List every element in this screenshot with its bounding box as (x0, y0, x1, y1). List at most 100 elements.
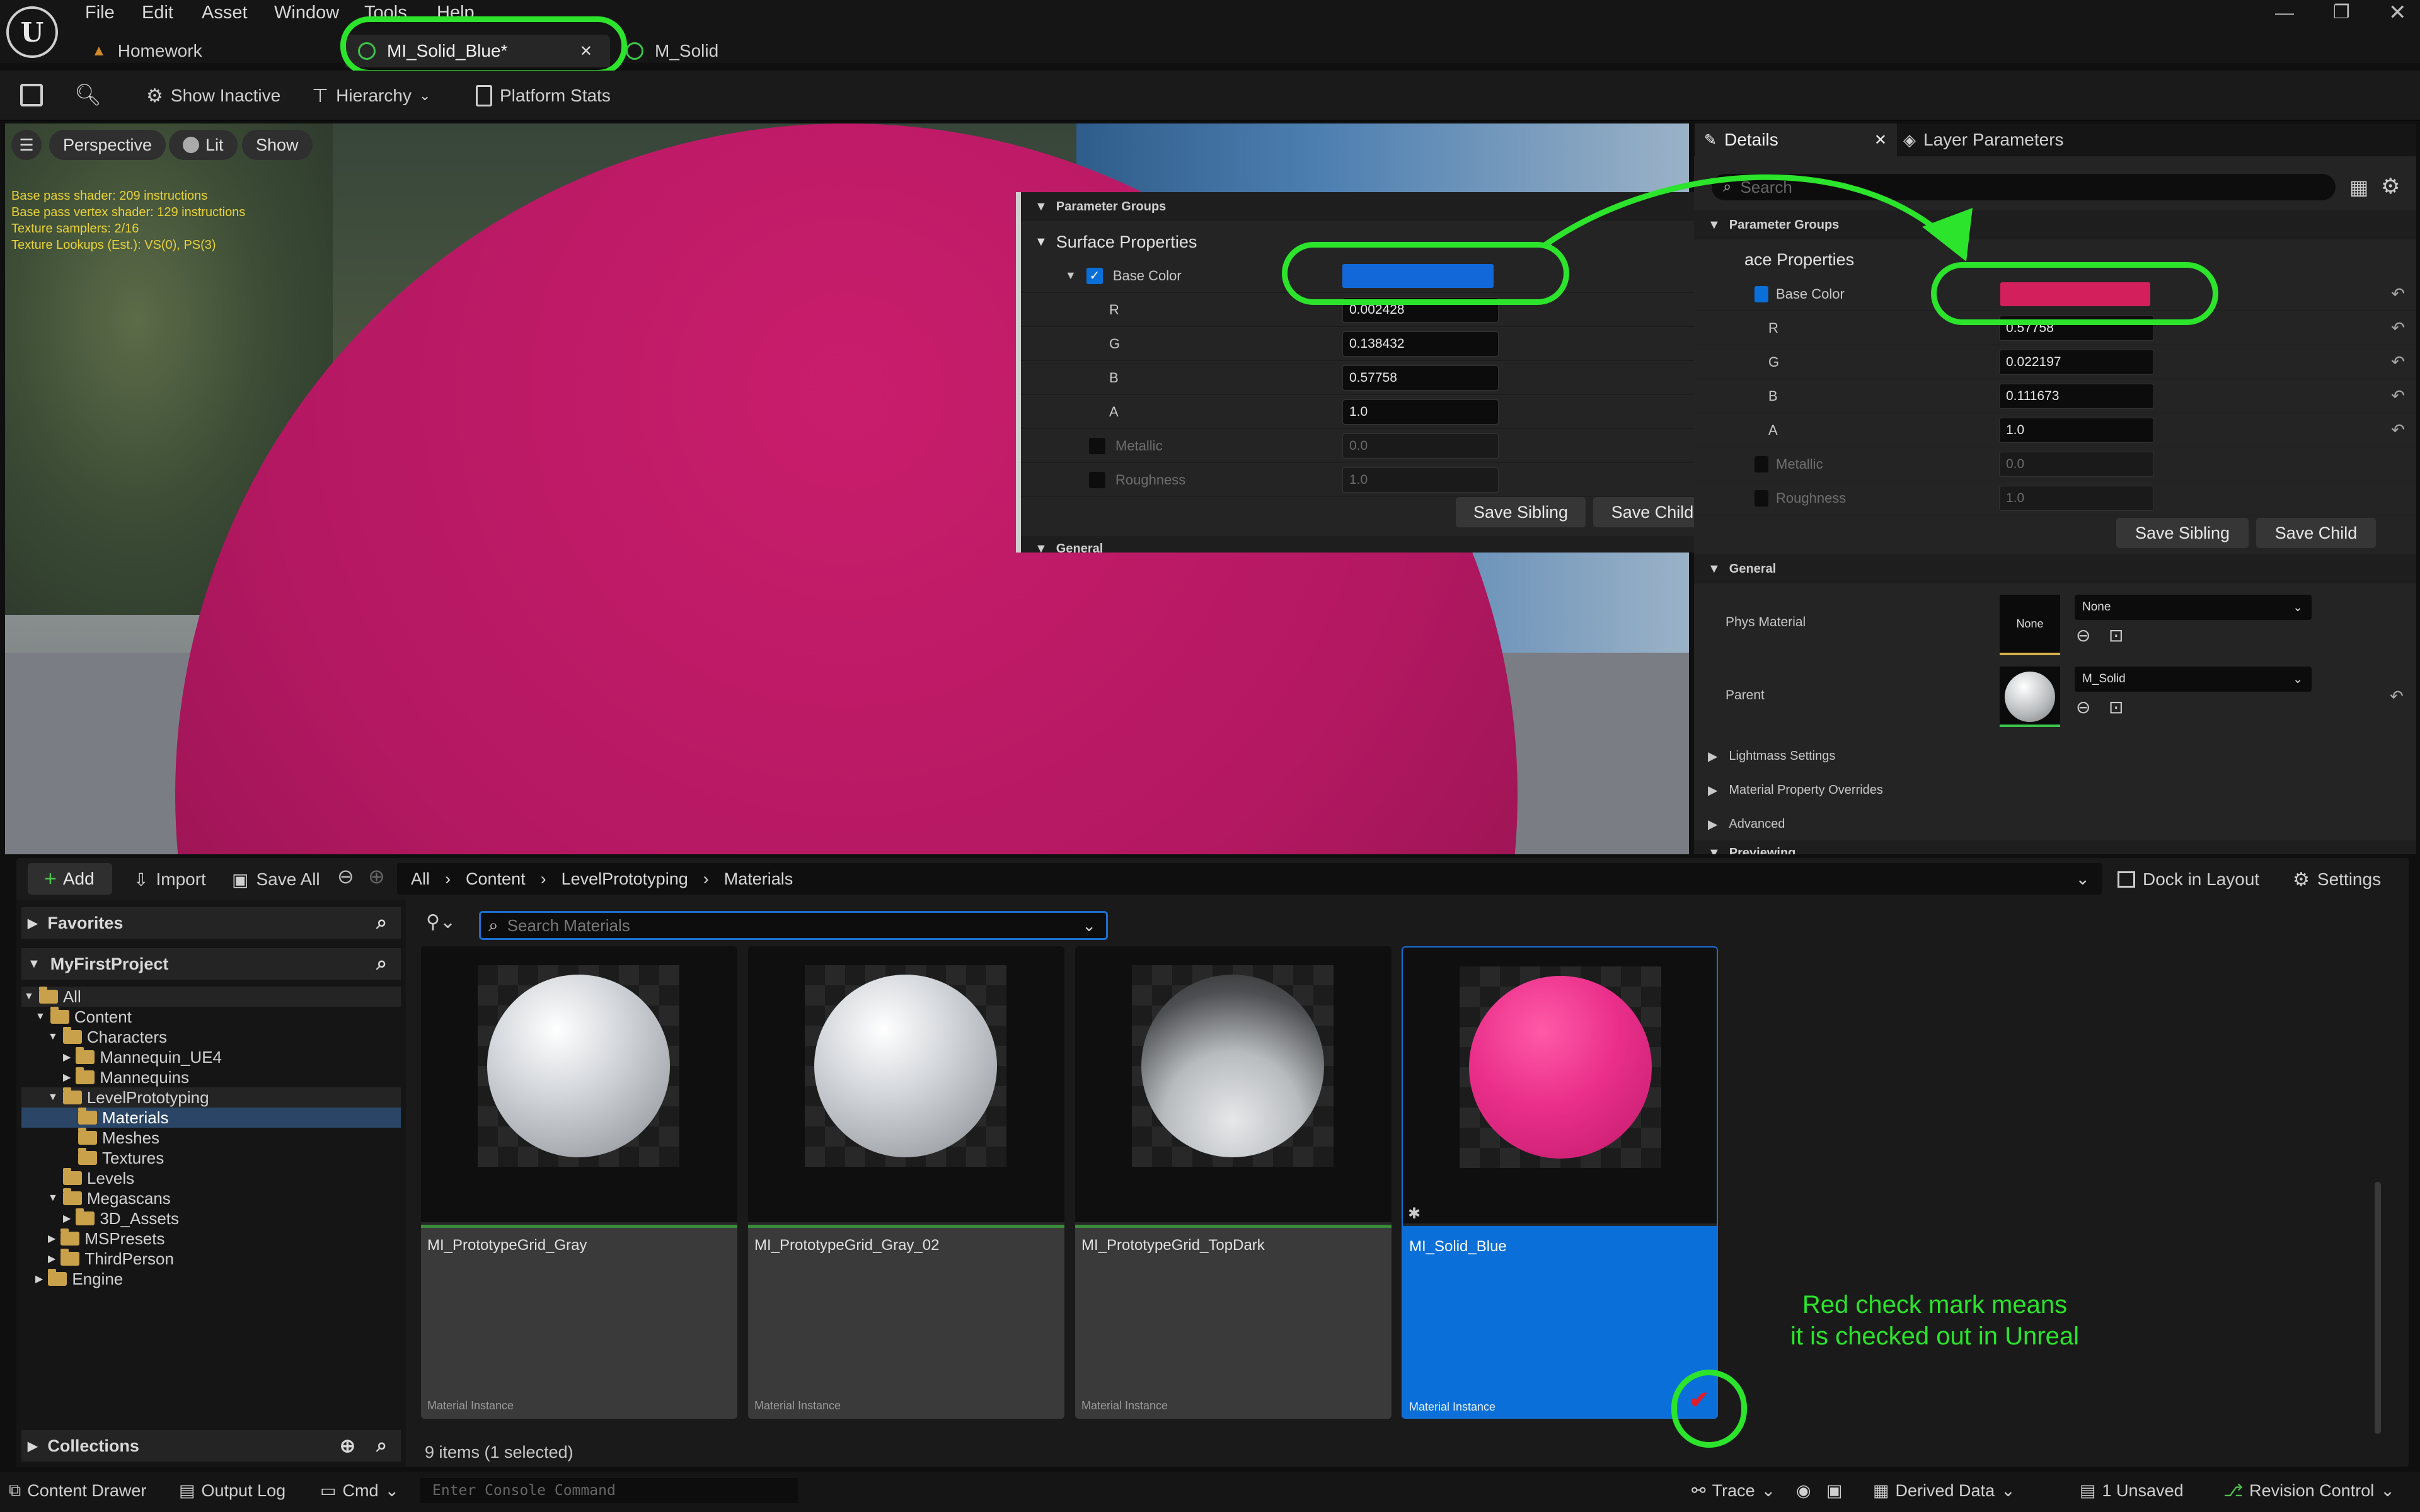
tab-homework[interactable]: ▲ Homework (91, 35, 202, 67)
settings-button[interactable]: ⚙ Settings (2293, 864, 2381, 895)
material-property-overrides-section[interactable]: ▶ Material Property Overrides (1708, 774, 1883, 806)
save-child-button[interactable]: Save Child (2256, 518, 2376, 548)
tab-m-solid[interactable]: M_Solid (626, 35, 718, 67)
lightmass-settings-section[interactable]: ▶ Lightmass Settings (1708, 740, 1835, 772)
search-icon[interactable]: ⌕ (376, 1435, 387, 1457)
phys-material-thumbnail[interactable]: None (2000, 595, 2060, 655)
add-collection-icon[interactable]: ⊕ (340, 1435, 355, 1457)
browse-asset-icon[interactable]: ⊡ (2109, 625, 2123, 646)
use-selected-icon[interactable]: ⊖ (2076, 625, 2090, 646)
roughness-field[interactable]: 1.0 (1342, 467, 1499, 493)
asset-tile-selected[interactable]: ✱ MI_Solid_Blue Material Instance ✔ (1402, 946, 1718, 1419)
save-all-button[interactable]: ▣ Save All (232, 864, 320, 895)
roughness-field[interactable]: 1.0 (1999, 485, 2154, 511)
tree-item-meshes[interactable]: Meshes (21, 1128, 401, 1148)
chevron-down-icon[interactable]: ⌄ (2075, 869, 2090, 889)
tree-item-characters[interactable]: ▼ Characters (21, 1027, 401, 1047)
metallic-checkbox[interactable] (1089, 437, 1105, 454)
reset-icon[interactable]: ↶ (2391, 318, 2405, 338)
tree-item-all[interactable]: ▼ All (21, 987, 401, 1007)
trace-button[interactable]: ⚯ Trace ⌄ (1691, 1477, 1775, 1504)
browse-asset-icon[interactable]: ⊡ (2109, 697, 2123, 718)
base-color-checkbox[interactable] (1754, 285, 1768, 302)
tree-item-textures[interactable]: Textures (21, 1148, 401, 1168)
reset-icon[interactable]: ↶ (2391, 352, 2405, 372)
tree-item-content[interactable]: ▼ Content (21, 1007, 401, 1027)
breadcrumb-all[interactable]: All (411, 869, 430, 889)
reset-icon[interactable]: ↶ (2390, 687, 2404, 706)
back-icon[interactable]: ⊖ (337, 864, 354, 888)
close-window-icon[interactable]: ✕ (2388, 0, 2407, 25)
project-header[interactable]: ▼ MyFirstProject ⌕ (21, 948, 401, 980)
tree-item-engine[interactable]: ▶ Engine (21, 1269, 401, 1289)
output-log-button[interactable]: ▤ Output Log (179, 1477, 285, 1504)
dock-in-layout-button[interactable]: Dock in Layout (2118, 864, 2259, 895)
breadcrumb-levelprototyping[interactable]: LevelPrototyping (562, 869, 688, 889)
tree-item-thirdperson[interactable]: ▶ ThirdPerson (21, 1249, 401, 1269)
hierarchy-button[interactable]: ⊤ Hierarchy ⌄ (312, 81, 430, 111)
channel-b-field[interactable]: 0.57758 (1342, 365, 1499, 391)
show-button[interactable]: Show (242, 130, 313, 160)
import-button[interactable]: ⇩ Import (134, 864, 206, 895)
save-icon[interactable] (20, 84, 43, 106)
breadcrumb-content[interactable]: Content (466, 869, 526, 889)
restore-icon[interactable]: ❐ (2333, 1, 2350, 23)
menu-asset[interactable]: Asset (202, 3, 248, 23)
perspective-button[interactable]: Perspective (49, 130, 166, 160)
show-inactive-button[interactable]: ⚙ Show Inactive (146, 81, 280, 111)
breadcrumb-materials[interactable]: Materials (724, 869, 793, 889)
tree-item-levelprototyping[interactable]: ▼ LevelPrototyping (21, 1087, 401, 1108)
collapse-arrow-icon[interactable]: ▼ (1065, 269, 1076, 282)
overlay-general-header[interactable]: ▼ General (1021, 536, 1752, 553)
channel-a-field[interactable]: 1.0 (1999, 417, 2154, 443)
filter-icon[interactable]: ⚲⌄ (426, 911, 456, 933)
search-materials-input[interactable]: ⌕ Search Materials ⌄ (479, 911, 1108, 940)
reset-icon[interactable]: ↶ (2391, 386, 2405, 406)
asset-scrollbar[interactable] (2375, 1182, 2381, 1434)
tree-item-mannequin-ue4[interactable]: ▶ Mannequin_UE4 (21, 1047, 401, 1067)
lit-button[interactable]: Lit (169, 130, 238, 160)
gear-icon[interactable]: ⚙ (2381, 174, 2400, 199)
save-sibling-button[interactable]: Save Sibling (2116, 518, 2249, 548)
channel-b-field[interactable]: 0.111673 (1999, 383, 2154, 409)
roughness-checkbox[interactable] (1089, 471, 1105, 488)
menu-edit[interactable]: Edit (142, 3, 173, 23)
reset-icon[interactable]: ↶ (2391, 284, 2405, 304)
tree-item-levels[interactable]: Levels (21, 1168, 401, 1188)
parent-dropdown[interactable]: M_Solid ⌄ (2075, 667, 2312, 692)
channel-g-field[interactable]: 0.022197 (1999, 349, 2154, 375)
tree-item-megascans[interactable]: ▼ Megascans (21, 1188, 401, 1208)
tree-item-materials[interactable]: Materials (21, 1108, 401, 1128)
minimize-icon[interactable]: — (2275, 3, 2294, 24)
roughness-checkbox[interactable] (1754, 490, 1768, 507)
menu-file[interactable]: File (85, 3, 115, 23)
advanced-section[interactable]: ▶ Advanced (1708, 808, 1785, 840)
browse-icon[interactable]: 🔍︎ (74, 83, 101, 108)
unreal-logo[interactable]: U (6, 6, 58, 58)
grid-view-icon[interactable]: ▦ (2349, 175, 2368, 199)
channel-g-field[interactable]: 0.138432 (1342, 331, 1499, 357)
favorites-header[interactable]: ▶ Favorites ⌕ (21, 907, 401, 939)
camera-icon[interactable]: ▣ (1826, 1477, 1843, 1504)
console-input[interactable]: Enter Console Command (420, 1478, 798, 1503)
collections-header[interactable]: ▶ Collections ⊕ ⌕ (21, 1430, 401, 1462)
previewing-header[interactable]: ▼ Previewing (1694, 840, 2416, 854)
metallic-field[interactable]: 0.0 (1999, 451, 2154, 477)
reset-icon[interactable]: ↶ (2391, 420, 2405, 440)
derived-data-button[interactable]: ▦ Derived Data ⌄ (1873, 1477, 2015, 1504)
add-button[interactable]: + Add (28, 863, 112, 895)
asset-tile[interactable]: MI_PrototypeGrid_TopDark Material Instanc… (1075, 946, 1392, 1419)
revision-control-button[interactable]: ⎇ Revision Control ⌄ (2223, 1477, 2395, 1504)
tree-item-mannequins[interactable]: ▶ Mannequins (21, 1067, 401, 1087)
search-icon[interactable]: ⌕ (376, 953, 387, 975)
forward-icon[interactable]: ⊕ (368, 864, 385, 888)
phys-material-dropdown[interactable]: None ⌄ (2075, 595, 2312, 620)
close-tab-icon[interactable]: ✕ (1874, 131, 1887, 149)
menu-window[interactable]: Window (274, 3, 339, 23)
unsaved-button[interactable]: ▤ 1 Unsaved (2080, 1477, 2184, 1504)
content-drawer-button[interactable]: ⧉ Content Drawer (9, 1477, 146, 1504)
overlay-save-sibling-button[interactable]: Save Sibling (1456, 497, 1586, 527)
tree-item-3d-assets[interactable]: ▶ 3D_Assets (21, 1208, 401, 1228)
use-selected-icon[interactable]: ⊖ (2076, 697, 2090, 718)
asset-tile[interactable]: MI_PrototypeGrid_Gray Material Instance (421, 946, 737, 1419)
